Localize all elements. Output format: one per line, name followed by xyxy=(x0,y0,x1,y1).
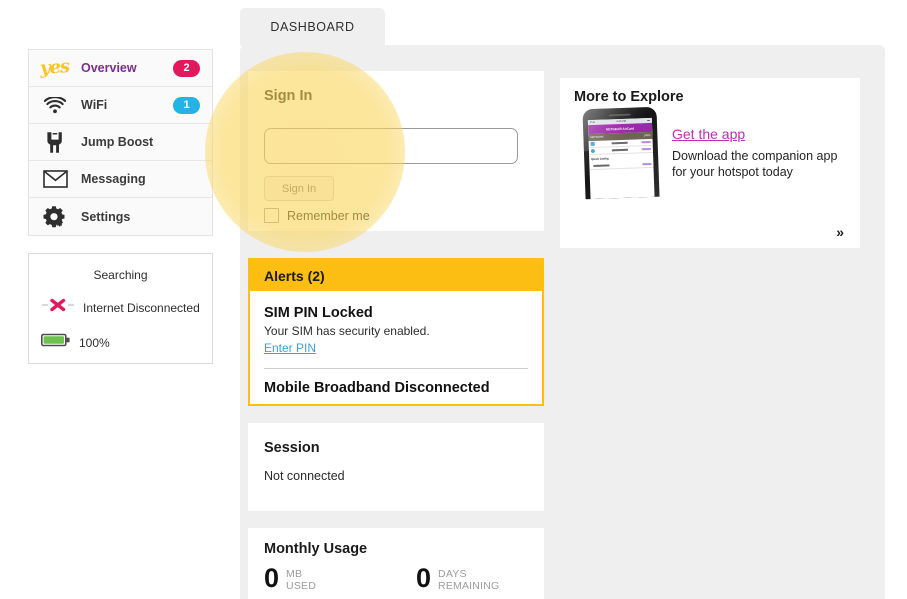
signin-password-input[interactable] xyxy=(264,128,518,164)
signin-submit-button[interactable]: Sign In xyxy=(264,176,334,201)
alerts-header: Alerts (2) xyxy=(250,260,542,291)
alerts-body: SIM PIN Locked Your SIM has security ena… xyxy=(250,291,542,396)
internet-disconnected-icon xyxy=(41,298,75,317)
signin-submit-label: Sign In xyxy=(281,182,317,195)
usage-mb-unit-line2: USED xyxy=(286,580,317,593)
remember-me-label: Remember me xyxy=(287,208,370,223)
phone-screen: iPad 4:45 PM ▬ NETGEAR AirCard NETWORK 1… xyxy=(587,117,655,200)
phone-row-value xyxy=(642,162,652,166)
phone-mockup-image: iPad 4:45 PM ▬ NETGEAR AirCard NETWORK 1… xyxy=(582,106,660,200)
phone-status-center: 4:45 PM xyxy=(616,119,627,124)
usage-stat-mb-used: 0 MB USED xyxy=(264,563,316,593)
sidebar: yes Overview 2 WiFi 1 Jump Boost Messagi… xyxy=(28,49,213,236)
alert-item-sim-pin: SIM PIN Locked Your SIM has security ena… xyxy=(264,305,528,357)
usage-stat-days-remaining: 0 DAYS REMAINING xyxy=(416,563,499,593)
next-chevron-icon[interactable]: » xyxy=(836,224,844,240)
alert-title: Mobile Broadband Disconnected xyxy=(264,380,490,396)
alert-item-broadband: Mobile Broadband Disconnected xyxy=(264,380,528,396)
usage-days-unit-line1: DAYS xyxy=(438,568,467,580)
enter-pin-link[interactable]: Enter PIN xyxy=(264,341,316,355)
battery-status-row: 100% xyxy=(29,333,212,352)
internet-status-row: Internet Disconnected xyxy=(29,298,212,317)
phone-row-icon xyxy=(590,148,595,154)
yes-logo-text: yes xyxy=(39,56,71,79)
sidebar-item-wifi[interactable]: WiFi 1 xyxy=(29,87,212,124)
sidebar-item-overview-label: Overview xyxy=(81,61,137,75)
tab-bar: DASHBOARD xyxy=(240,8,885,46)
usage-days-unit-line2: REMAINING xyxy=(438,580,500,593)
phone-brand-label: NETGEAR AirCard xyxy=(606,126,635,132)
alert-title: SIM PIN Locked xyxy=(264,305,373,321)
get-the-app-description: Download the companion app for your hots… xyxy=(672,149,838,180)
gear-icon xyxy=(29,205,81,229)
jump-boost-icon xyxy=(29,131,81,154)
signin-card: Sign In Sign In Remember me xyxy=(248,71,544,231)
phone-list-row xyxy=(589,160,654,171)
session-card: Session Not connected xyxy=(248,423,544,511)
sidebar-item-jump-boost[interactable]: Jump Boost xyxy=(29,124,212,161)
signin-title: Sign In xyxy=(264,88,313,104)
connection-status-box: Searching Internet Disconnected 100% xyxy=(28,253,213,364)
app-root: DASHBOARD yes Overview 2 WiFi 1 Jump Boo… xyxy=(0,0,907,599)
phone-row-label xyxy=(611,141,628,145)
phone-row-icon xyxy=(590,141,595,147)
phone-section-label: NETWORK xyxy=(590,135,604,140)
get-the-app-link[interactable]: Get the app xyxy=(672,126,745,142)
yes-logo-icon: yes xyxy=(29,56,81,79)
alerts-header-label: Alerts (2) xyxy=(264,267,325,284)
usage-mb-unit-line1: MB xyxy=(286,568,303,580)
status-searching-label: Searching xyxy=(93,268,148,282)
phone-row-value xyxy=(641,140,651,144)
battery-icon xyxy=(41,333,71,352)
tab-dashboard-label: DASHBOARD xyxy=(270,20,355,34)
sidebar-item-settings[interactable]: Settings xyxy=(29,198,212,235)
phone-row-label xyxy=(611,148,628,152)
usage-mb-unit: MB USED xyxy=(286,568,316,592)
sidebar-item-messaging[interactable]: Messaging xyxy=(29,161,212,198)
alerts-card: Alerts (2) SIM PIN Locked Your SIM has s… xyxy=(248,258,544,406)
usage-days-unit: DAYS REMAINING xyxy=(438,568,499,592)
sidebar-item-overview[interactable]: yes Overview 2 xyxy=(29,50,212,87)
sidebar-item-messaging-label: Messaging xyxy=(81,172,146,186)
phone-row-value xyxy=(641,147,651,151)
usage-days-value: 0 xyxy=(416,563,432,593)
internet-status-label: Internet Disconnected xyxy=(83,300,200,315)
tab-dashboard[interactable]: DASHBOARD xyxy=(240,8,385,46)
more-to-explore-title: More to Explore xyxy=(574,89,684,105)
phone-section-right: 100% xyxy=(643,133,651,138)
monthly-usage-title: Monthly Usage xyxy=(264,541,368,557)
monthly-usage-stats: 0 MB USED 0 DAYS REMAINING xyxy=(264,563,528,593)
envelope-icon xyxy=(29,170,81,188)
battery-level-label: 100% xyxy=(79,335,110,350)
sidebar-item-settings-label: Settings xyxy=(81,209,131,224)
usage-mb-value: 0 xyxy=(264,563,280,593)
sidebar-item-jump-boost-label: Jump Boost xyxy=(81,135,154,149)
phone-speaker xyxy=(608,113,631,117)
monthly-usage-card: Monthly Usage 0 MB USED 0 DAYS REMAINING xyxy=(248,528,544,599)
session-title: Session xyxy=(264,440,320,456)
remember-me-checkbox[interactable] xyxy=(264,208,279,223)
sidebar-badge-wifi: 1 xyxy=(173,96,200,114)
sidebar-badge-overview: 2 xyxy=(173,59,200,77)
alert-description: Your SIM has security enabled. xyxy=(264,324,430,338)
phone-status-battery-icon: ▬ xyxy=(647,118,650,123)
phone-status-left: iPad xyxy=(589,120,596,125)
alert-divider xyxy=(264,368,528,369)
session-status-text: Not connected xyxy=(264,469,345,483)
more-to-explore-card: More to Explore iPad 4:45 PM ▬ NETGEAR A… xyxy=(560,78,860,248)
wifi-icon xyxy=(29,96,81,114)
sidebar-item-wifi-label: WiFi xyxy=(81,98,108,112)
remember-me-row[interactable]: Remember me xyxy=(264,208,370,223)
phone-row-label xyxy=(593,164,610,167)
